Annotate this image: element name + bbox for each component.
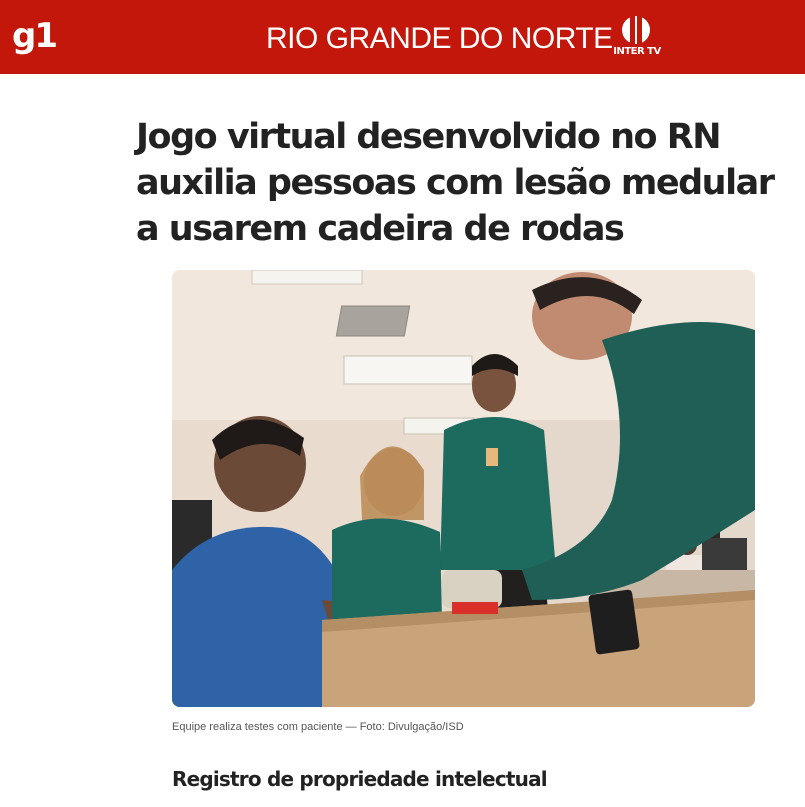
site-header: g1 RIO GRANDE DO NORTE INTER TV bbox=[0, 0, 805, 74]
article-headline: Jogo virtual desenvolvido no RN auxilia … bbox=[136, 117, 775, 249]
affiliate-logo[interactable]: INTER TV bbox=[612, 14, 662, 64]
affiliate-mark-icon bbox=[622, 16, 650, 44]
region-title-link[interactable]: RIO GRANDE DO NORTE bbox=[266, 22, 613, 56]
article-photo[interactable] bbox=[172, 270, 755, 707]
photo-illustration bbox=[172, 270, 755, 707]
g1-logo[interactable]: g1 bbox=[12, 16, 58, 56]
section-subheading: Registro de propriedade intelectual bbox=[172, 767, 548, 791]
affiliate-name: INTER TV bbox=[613, 46, 661, 57]
photo-caption: Equipe realiza testes com paciente — Fot… bbox=[172, 721, 464, 733]
